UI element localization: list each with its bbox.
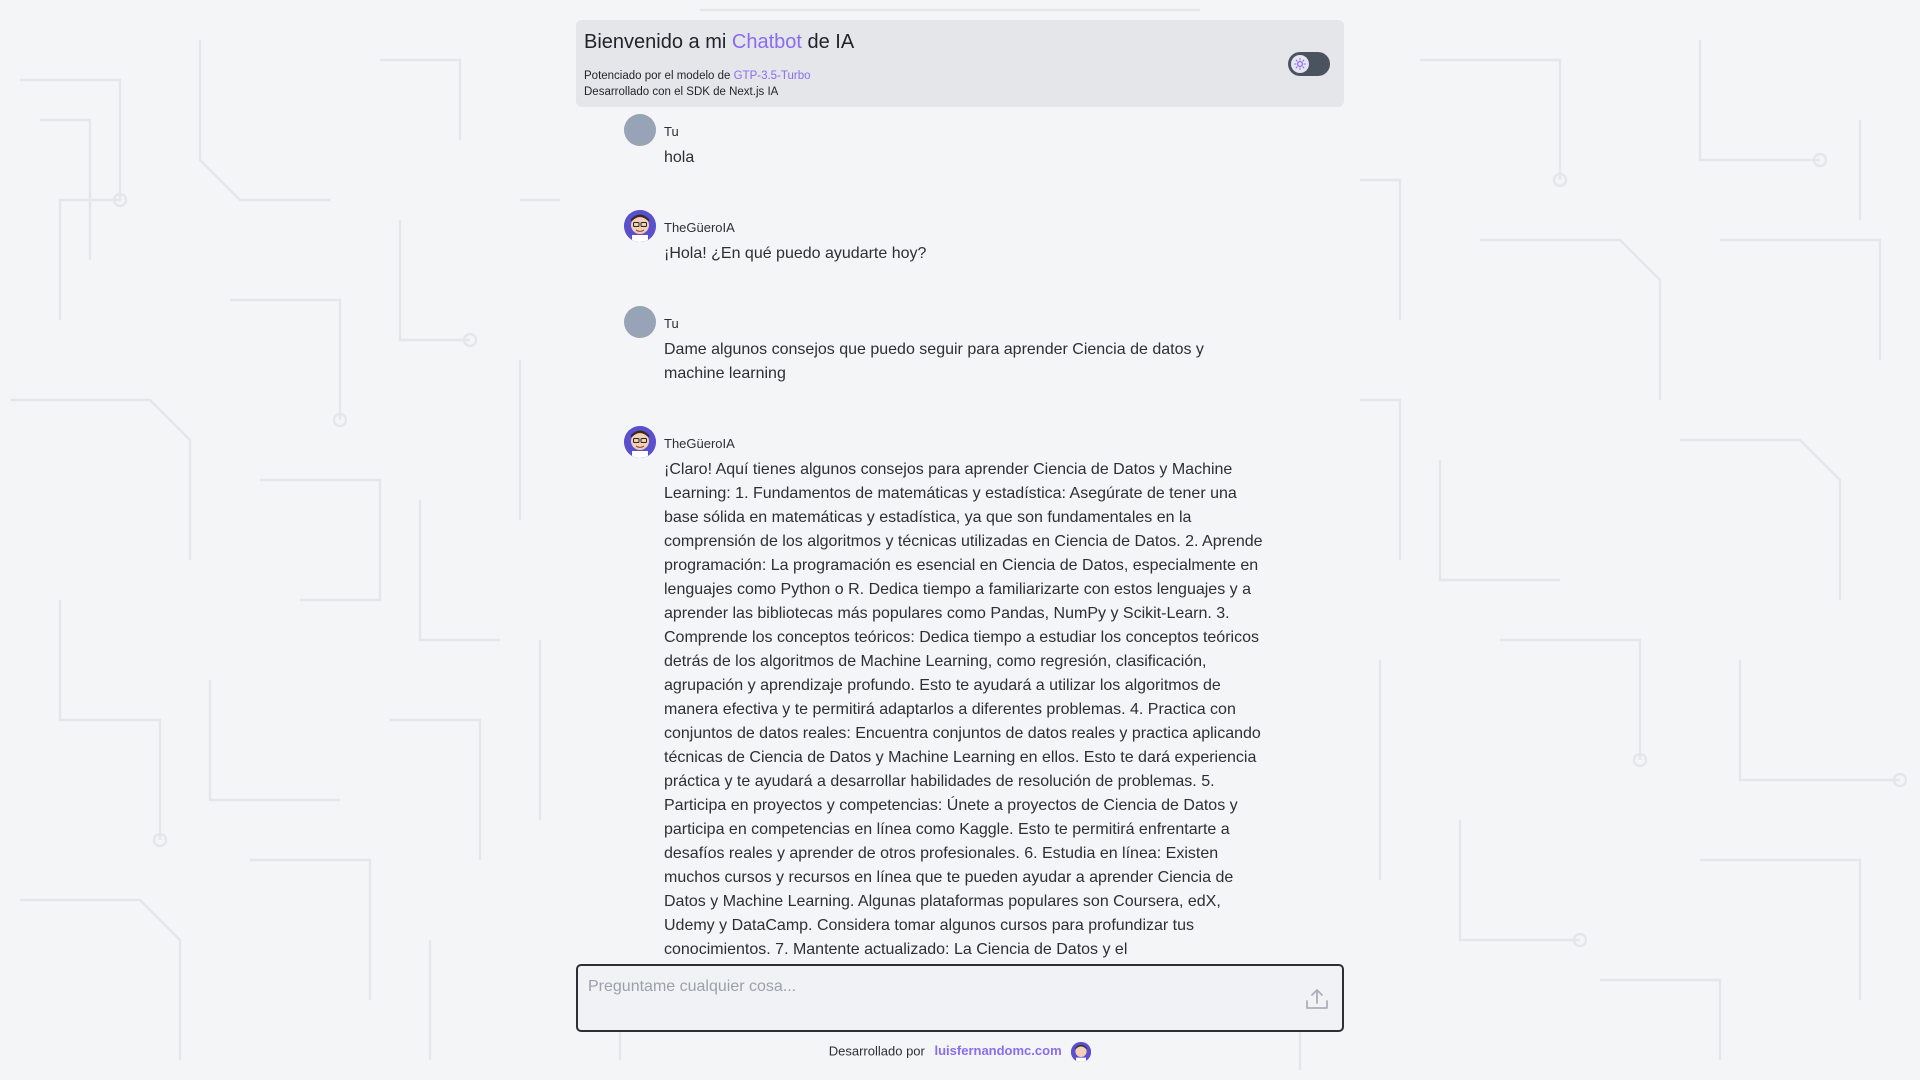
bot-avatar	[624, 210, 656, 242]
theme-toggle[interactable]	[1288, 52, 1330, 76]
message-text: hola	[664, 149, 695, 166]
message-author: Tu	[664, 124, 679, 139]
page-title: Bienvenido a mi Chatbot de IA	[584, 30, 1336, 54]
powered-by-line: Potenciado por el modelo de GTP-3.5-Turb…	[584, 68, 1336, 84]
footer-site-link[interactable]: luisfernandomc.com	[934, 1043, 1061, 1058]
user-avatar	[624, 114, 656, 146]
powered-by-label: Potenciado por el modelo de	[584, 70, 734, 82]
sun-icon	[1294, 58, 1306, 70]
message-author: TheGüeroIA	[664, 436, 735, 451]
bot-avatar	[624, 426, 656, 458]
author-avatar	[1071, 1042, 1092, 1062]
chat-messages[interactable]: Tu hola TheGüeroIA ¡Hola! ¿En qué puedo …	[624, 114, 1264, 964]
chat-header: Bienvenido a mi Chatbot de IA Potenciado…	[576, 20, 1344, 107]
message-input[interactable]	[586, 974, 1280, 1000]
message-author: Tu	[664, 316, 679, 331]
title-suffix: de IA	[801, 31, 855, 53]
footer-label: Desarrollado por	[828, 1043, 925, 1059]
bot-face-icon	[624, 426, 656, 458]
toggle-knob	[1291, 55, 1309, 73]
user-avatar	[624, 306, 656, 338]
message-text: Dame algunos consejos que puedo seguir p…	[664, 341, 1204, 382]
message-composer[interactable]	[576, 964, 1344, 1032]
bot-face-icon	[624, 210, 656, 242]
upload-arrow-icon[interactable]	[1304, 986, 1330, 1012]
message-author: TheGüeroIA	[664, 220, 735, 235]
built-with-line: Desarrollado con el SDK de Next.js IA	[584, 86, 779, 98]
title-accent: Chatbot	[731, 31, 802, 53]
message-text: ¡Claro! Aquí tienes algunos consejos par…	[664, 461, 1263, 958]
title-prefix: Bienvenido a mi	[584, 31, 732, 53]
footer: Desarrollado por luisfernandomc.com	[0, 1042, 1920, 1062]
message-text: ¡Hola! ¿En qué puedo ayudarte hoy?	[664, 245, 927, 262]
model-link[interactable]: GTP-3.5-Turbo	[734, 70, 811, 82]
author-face-icon	[1071, 1042, 1092, 1062]
